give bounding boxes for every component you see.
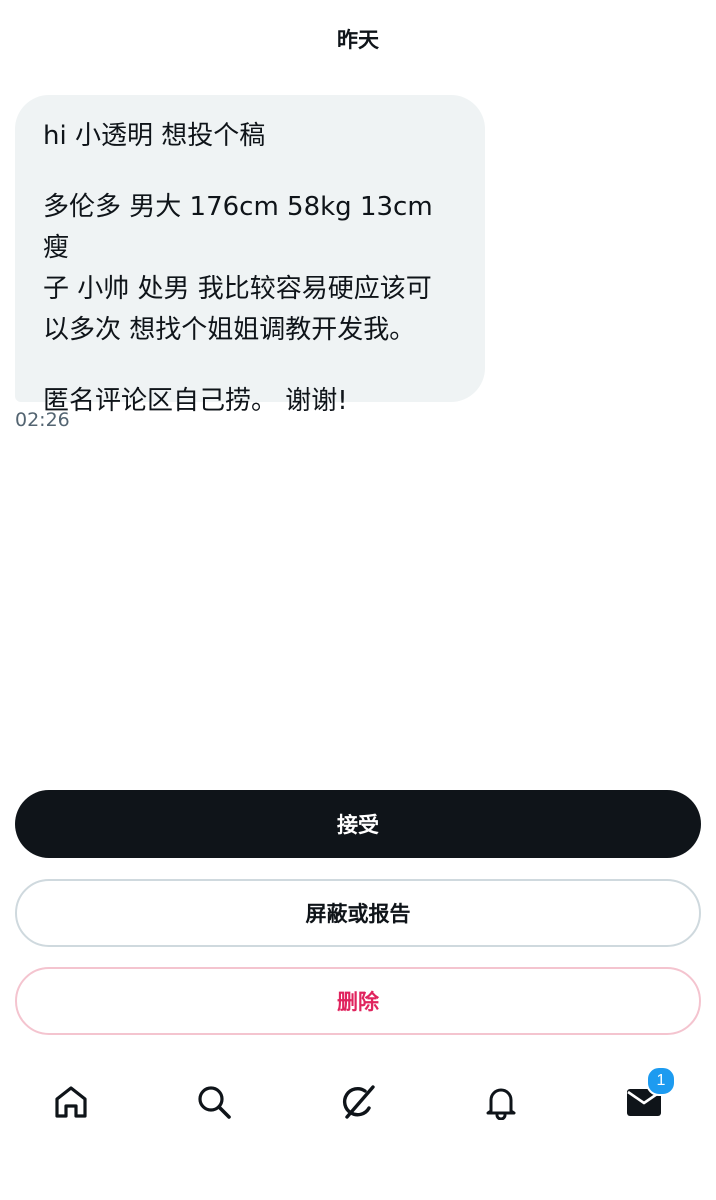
message-paragraph-2: 多伦多 男大 176cm 58kg 13cm 瘦 子 小帅 处男 我比较容易硬应… xyxy=(43,192,433,345)
home-icon xyxy=(53,1084,89,1120)
message-line-1: hi 小透明 想投个稿 xyxy=(43,121,266,151)
message-line-3: 匿名评论区自己捞。 谢谢! xyxy=(43,386,348,416)
tab-home[interactable] xyxy=(41,1070,101,1134)
tab-grok[interactable] xyxy=(328,1070,388,1134)
tab-notifications[interactable] xyxy=(471,1070,531,1134)
bottom-tab-bar: 1 xyxy=(0,1066,716,1140)
tab-search[interactable] xyxy=(184,1070,244,1134)
block-or-report-button[interactable]: 屏蔽或报告 xyxy=(15,879,701,947)
tab-messages[interactable]: 1 xyxy=(614,1066,676,1134)
message-timestamp: 02:26 xyxy=(15,409,70,431)
message-bubble: hi 小透明 想投个稿 多伦多 男大 176cm 58kg 13cm 瘦 子 小… xyxy=(15,95,485,416)
delete-button[interactable]: 删除 xyxy=(15,967,701,1035)
grok-icon xyxy=(338,1082,378,1122)
bell-icon xyxy=(483,1084,519,1120)
accept-button[interactable]: 接受 xyxy=(15,790,701,858)
date-header: 昨天 xyxy=(337,28,379,52)
search-icon xyxy=(196,1084,232,1120)
unread-badge: 1 xyxy=(646,1066,676,1096)
